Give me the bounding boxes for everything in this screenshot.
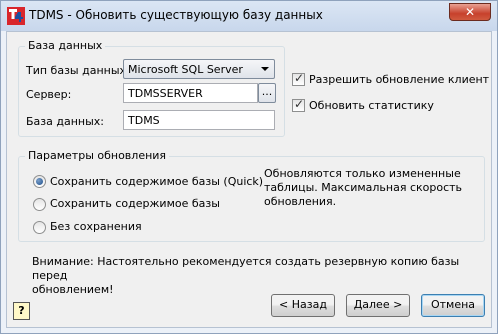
help-button[interactable]: ? <box>13 302 30 320</box>
radio-keep-data[interactable] <box>33 198 46 211</box>
description-line: обновления. <box>264 195 337 208</box>
update-stats-checkbox[interactable]: ✓ <box>292 97 305 112</box>
radio-quick[interactable] <box>33 175 46 188</box>
radio-quick-label: Сохранить содержимое базы (Quick) <box>50 175 264 188</box>
cancel-button-label: Отмена <box>430 298 476 311</box>
window-title: TDMS - Обновить существующую базу данных <box>29 8 323 22</box>
browse-server-button[interactable]: ... <box>258 83 276 103</box>
database-group-title: База данных <box>25 39 106 52</box>
server-label: Сервер: <box>26 88 72 101</box>
close-icon: ✕ <box>464 5 476 19</box>
radio-no-save-label: Без сохранения <box>50 220 142 233</box>
allow-client-update-checkbox[interactable]: ✓ <box>292 71 305 86</box>
allow-client-update-label: Разрешить обновление клиентов г <box>309 73 489 86</box>
ellipsis-icon: ... <box>261 85 273 98</box>
chevron-down-icon <box>261 67 269 71</box>
description-line: таблицы. Максимальная скорость <box>264 181 463 194</box>
db-name-label: База данных: <box>26 115 105 128</box>
db-type-value: Microsoft SQL Server <box>128 63 243 76</box>
help-icon: ? <box>18 304 25 317</box>
db-type-label: Тип базы данных: <box>26 64 130 77</box>
back-button[interactable]: < Назад <box>271 294 335 317</box>
radio-keep-data-label: Сохранить содержимое базы <box>50 197 220 210</box>
radio-no-save[interactable] <box>33 221 46 234</box>
checkmark-icon: ✓ <box>294 97 305 111</box>
next-button[interactable]: Далее > <box>346 294 410 317</box>
back-button-label: < Назад <box>279 298 327 311</box>
dialog-window: TDMS - Обновить существующую базу данных… <box>0 0 498 334</box>
tdms-app-icon <box>7 7 25 25</box>
description-line: Обновляются только измененные <box>264 167 461 180</box>
radio-selected-dot <box>36 178 43 185</box>
warning-line: Внимание: Настоятельно рекомендуется соз… <box>32 255 460 282</box>
update-description: Обновляются только измененные таблицы. М… <box>264 167 462 209</box>
db-type-select[interactable]: Microsoft SQL Server <box>123 59 275 79</box>
server-value: TDMSSERVER <box>128 87 203 100</box>
db-name-value: TDMS <box>128 114 160 127</box>
dialog-content: База данных Тип базы данных: Microsoft S… <box>6 31 492 328</box>
close-button[interactable]: ✕ <box>449 3 491 21</box>
update-stats-label: Обновить статистику <box>309 99 434 112</box>
server-input[interactable]: TDMSSERVER <box>123 83 258 103</box>
update-params-group-title: Параметры обновления <box>25 149 170 162</box>
backup-warning: Внимание: Настоятельно рекомендуется соз… <box>32 255 491 297</box>
cancel-button[interactable]: Отмена <box>421 294 485 317</box>
title-bar[interactable]: TDMS - Обновить существующую базу данных… <box>1 1 497 31</box>
checkmark-icon: ✓ <box>294 71 305 85</box>
next-button-label: Далее > <box>353 298 403 311</box>
db-name-input[interactable]: TDMS <box>123 110 275 130</box>
